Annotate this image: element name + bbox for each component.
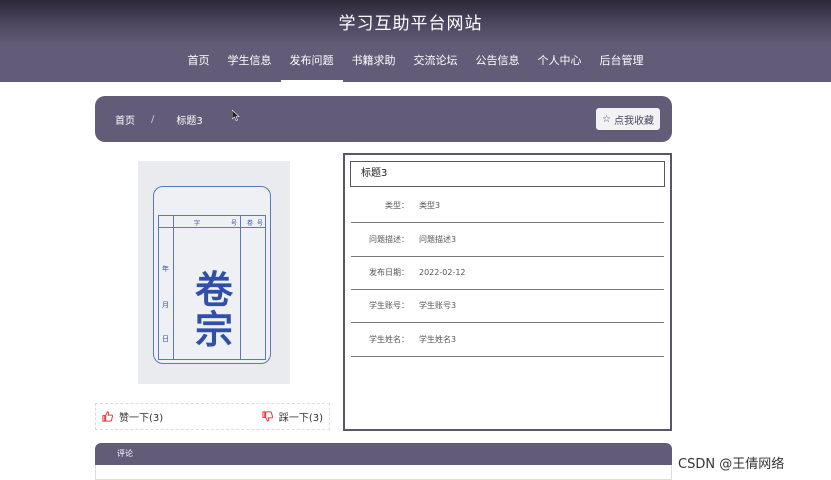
upvote-button[interactable]: 赞一下(3) — [102, 409, 163, 424]
main-nav: 首页 学生信息 发布问题 书籍求助 交流论坛 公告信息 个人中心 后台管理 — [0, 42, 831, 82]
detail-row-date: 发布日期： 2022-02-12 — [351, 256, 664, 290]
favorite-button[interactable]: ☆ 点我收藏 — [596, 108, 660, 130]
detail-row-student-account: 学生账号： 学生账号3 — [351, 289, 664, 323]
downvote-label: 踩一下(3) — [278, 413, 323, 424]
nav-item-personal-center[interactable]: 个人中心 — [529, 42, 591, 82]
question-detail-panel: 标题3 类型： 类型3 问题描述： 问题描述3 发布日期： 2022-02-12… — [343, 153, 672, 431]
upvote-label: 赞一下(3) — [119, 413, 164, 424]
comments-body — [95, 465, 672, 480]
favorite-button-label: 点我收藏 — [614, 115, 654, 127]
nav-item-forum[interactable]: 交流论坛 — [405, 42, 467, 82]
thumbs-down-icon — [262, 411, 273, 422]
site-title: 学习互助平台网站 — [338, 13, 483, 34]
nav-item-post-question[interactable]: 发布问题 — [280, 42, 343, 82]
vote-bar: 赞一下(3) 踩一下(3) — [95, 403, 330, 430]
nav-item-student-info[interactable]: 学生信息 — [219, 42, 281, 82]
downvote-button[interactable]: 踩一下(3) — [262, 409, 323, 424]
star-outline-icon: ☆ — [602, 113, 611, 125]
breadcrumb: 首页 / 标题3 ☆ 点我收藏 — [95, 96, 672, 142]
nav-item-admin[interactable]: 后台管理 — [591, 42, 653, 82]
detail-row-student-name: 学生姓名： 学生姓名3 — [351, 323, 664, 357]
nav-item-announcements[interactable]: 公告信息 — [467, 42, 529, 82]
question-title: 标题3 — [350, 161, 665, 187]
question-image: 卷 宗 年 月 日 字 号 卷 号 — [138, 161, 290, 384]
breadcrumb-current: 标题3 — [176, 115, 203, 127]
site-header: 学习互助平台网站 — [0, 0, 831, 42]
comments-header: 评论 — [95, 443, 672, 465]
detail-row-description: 问题描述： 问题描述3 — [351, 223, 664, 257]
folder-big-text-2: 宗 — [194, 307, 233, 352]
breadcrumb-home[interactable]: 首页 — [115, 112, 135, 127]
thumbs-up-icon — [102, 411, 113, 422]
breadcrumb-separator: / — [151, 113, 155, 125]
mouse-cursor-icon — [232, 110, 240, 121]
nav-item-home[interactable]: 首页 — [179, 42, 219, 82]
detail-row-type: 类型： 类型3 — [351, 189, 664, 223]
folder-big-text-1: 卷 — [194, 267, 233, 312]
nav-item-book-help[interactable]: 书籍求助 — [343, 42, 405, 82]
watermark: CSDN @王倩网络 — [678, 457, 785, 472]
dossier-folder: 卷 宗 年 月 日 字 号 卷 号 — [153, 186, 271, 364]
